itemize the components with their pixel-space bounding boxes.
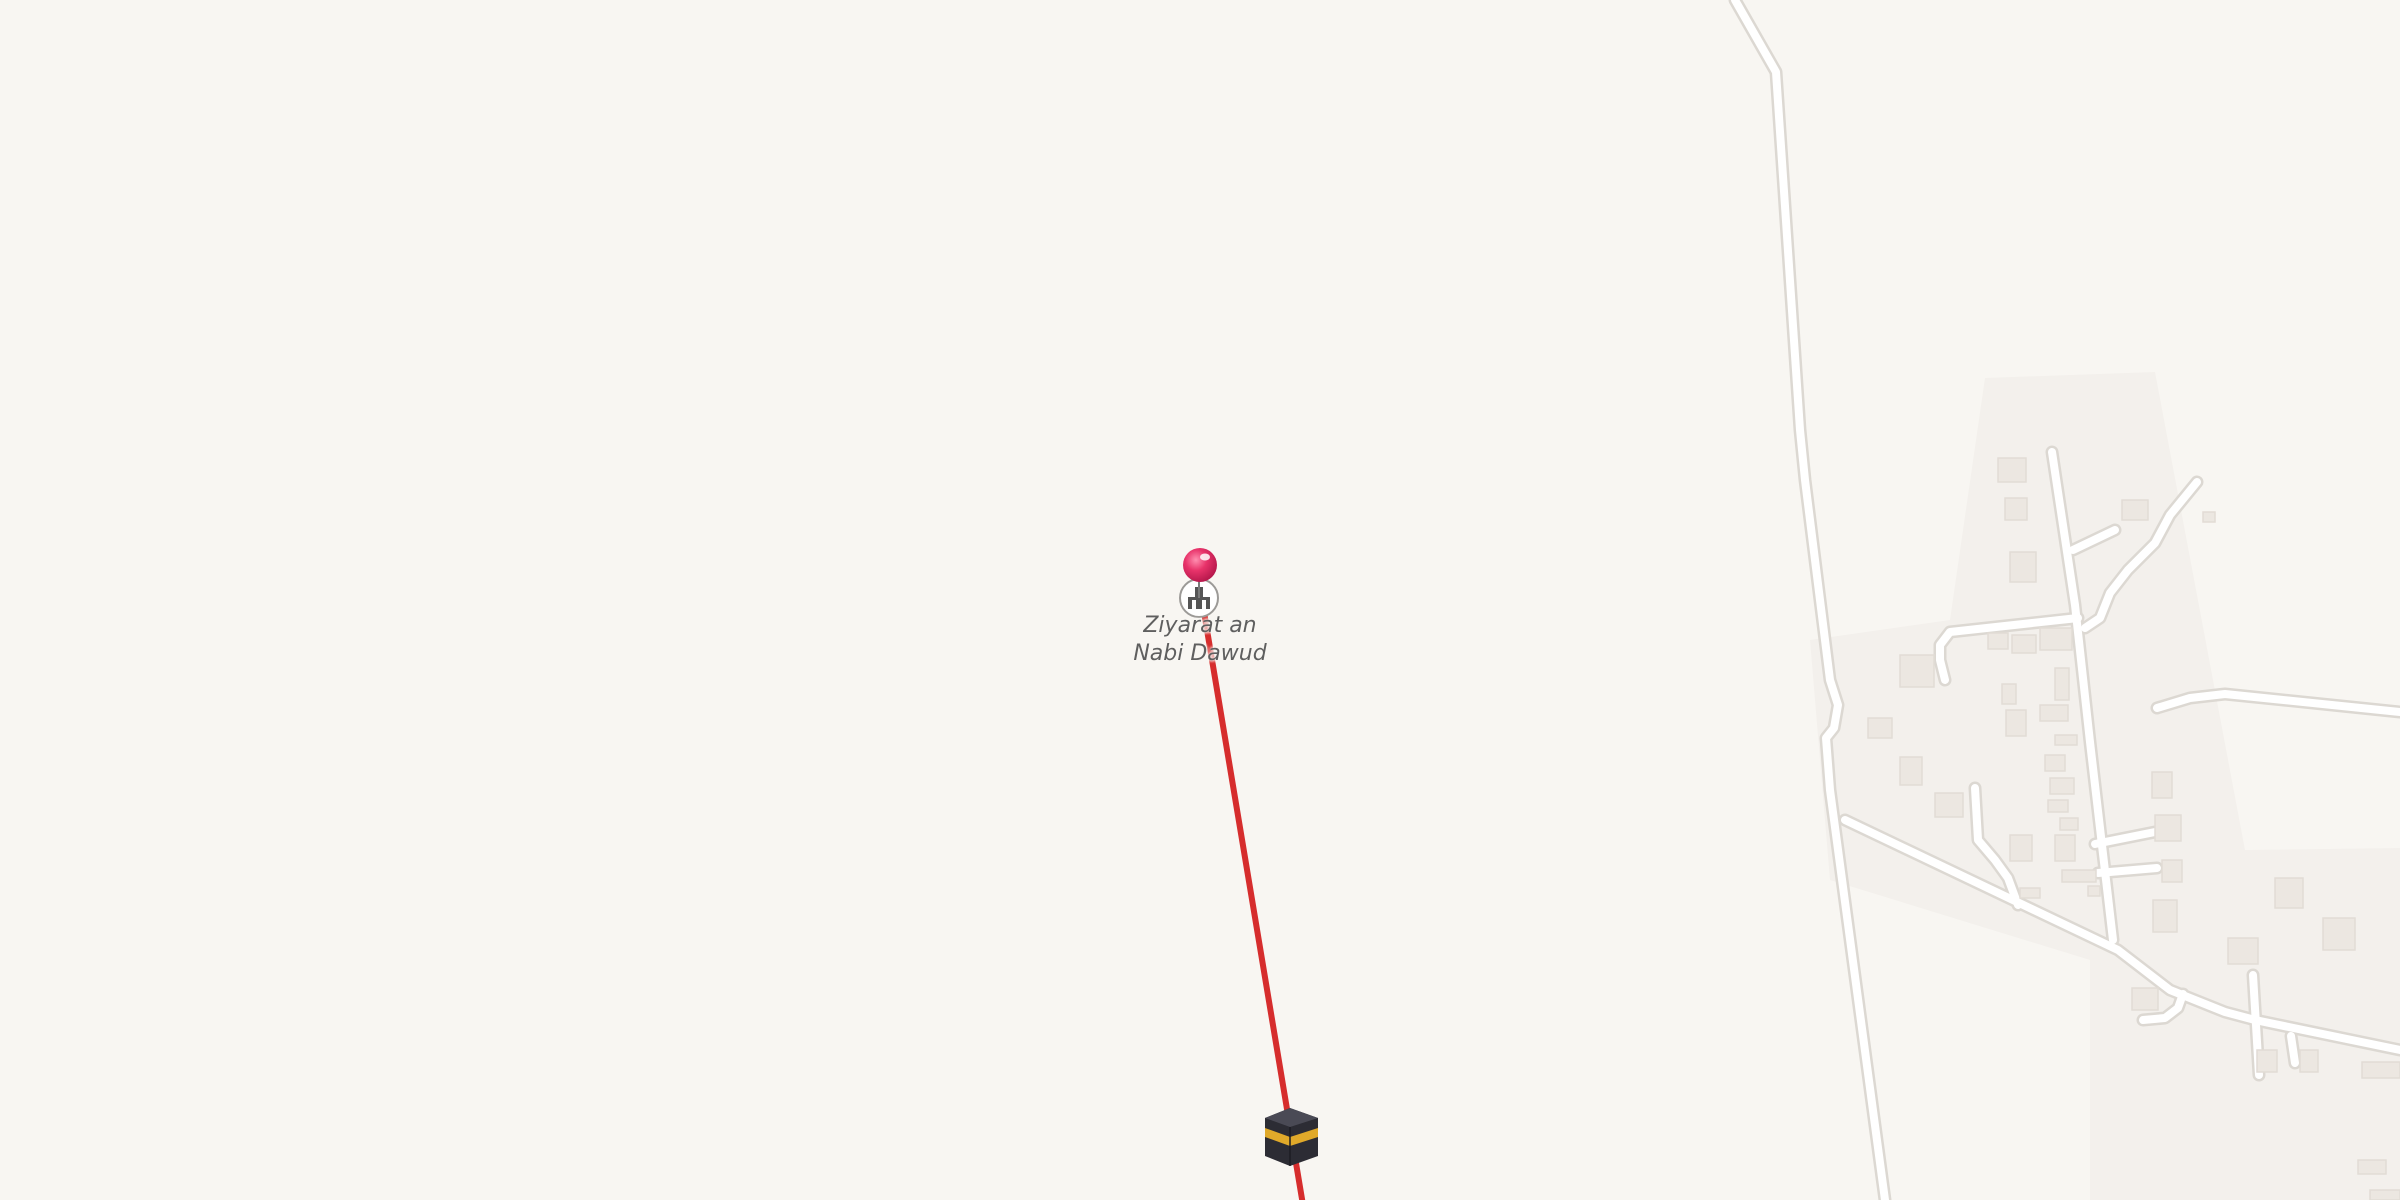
kaaba-icon[interactable]: [1265, 1108, 1318, 1166]
place-label-line2: Nabi Dawud: [1133, 641, 1267, 666]
place-label[interactable]: Ziyarat an Nabi Dawud: [1100, 612, 1300, 668]
residential-area: [1810, 372, 2400, 1200]
map-view[interactable]: Ziyarat an Nabi Dawud: [0, 0, 2400, 1200]
route-line: [1196, 579, 1306, 1200]
place-label-line1: Ziyarat an: [1143, 613, 1257, 638]
map-canvas[interactable]: [0, 0, 2400, 1200]
